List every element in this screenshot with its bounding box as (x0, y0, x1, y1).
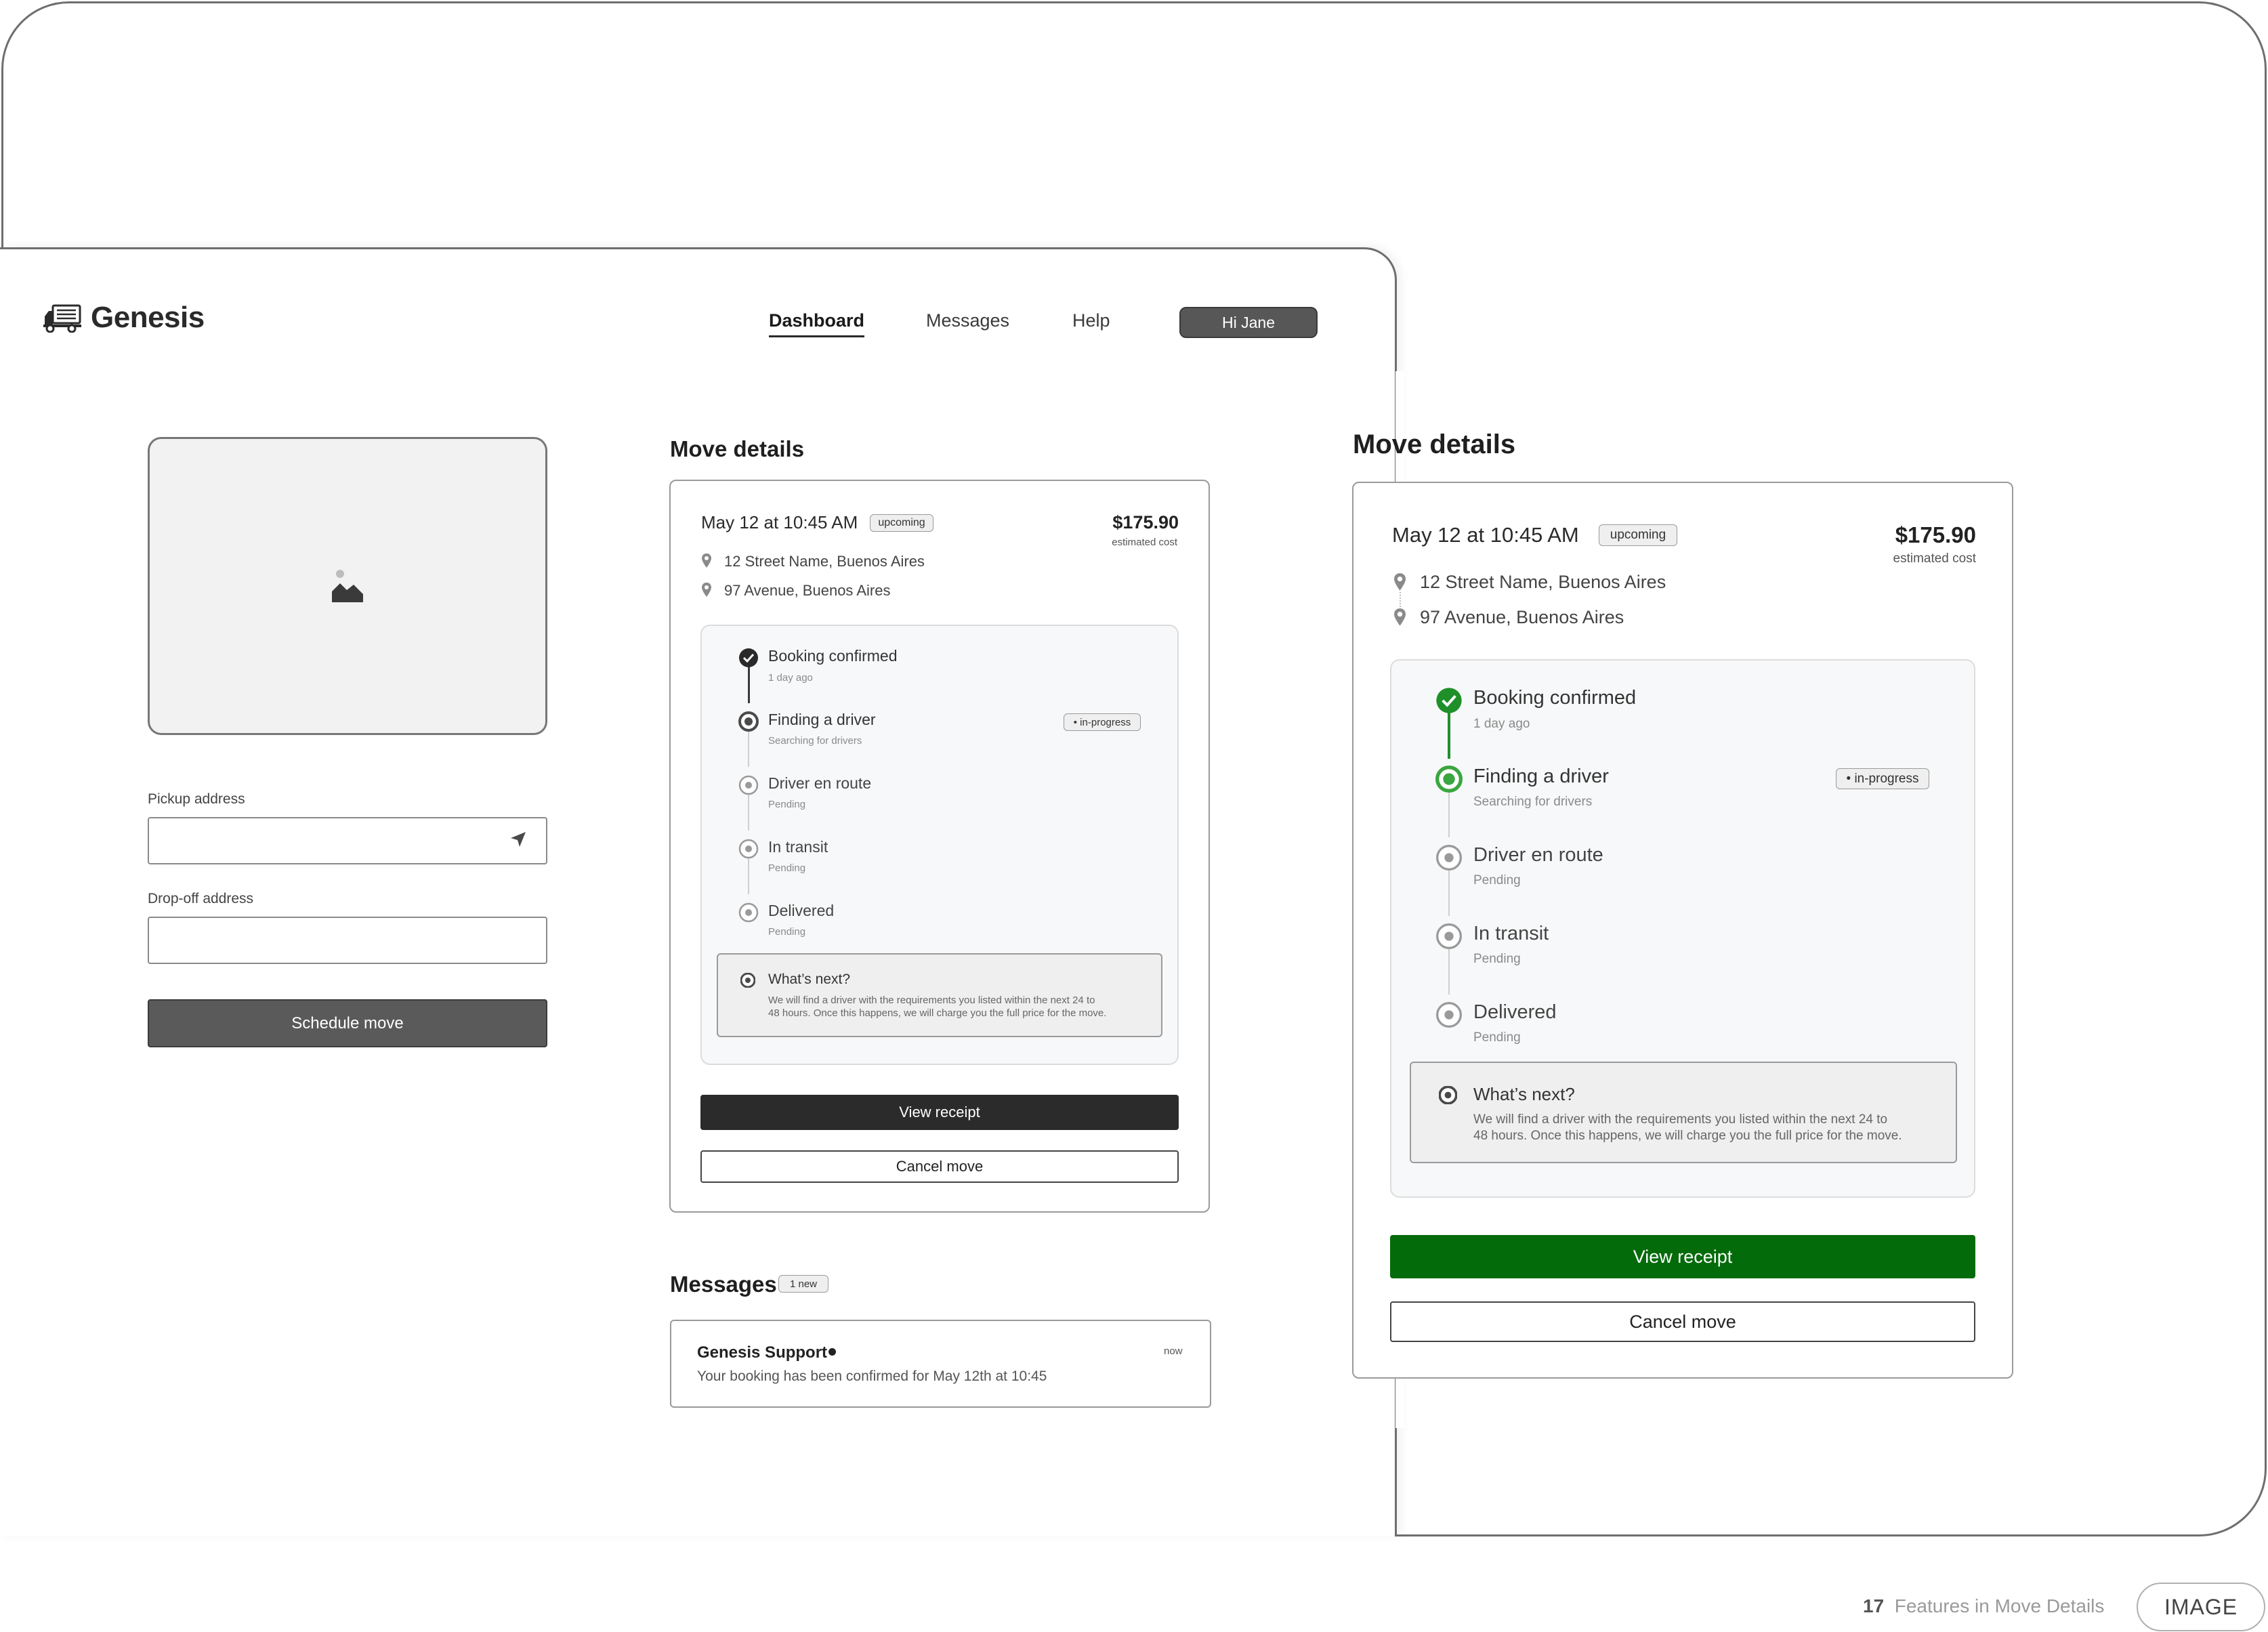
step-label: Booking confirmed (1473, 687, 1637, 709)
step-sub: Pending (1473, 952, 1521, 966)
timeline-connector (748, 667, 750, 703)
whats-next-title: What’s next? (768, 971, 851, 987)
pending-step-icon (1436, 845, 1462, 871)
step-sub: Searching for drivers (768, 735, 862, 747)
pin-icon (702, 553, 711, 568)
message-time: now (1164, 1345, 1183, 1357)
dropoff-location: 97 Avenue, Buenos Aires (1420, 607, 1624, 627)
status-badge: upcoming (1599, 524, 1677, 546)
pin-icon (702, 583, 711, 597)
active-step-icon (1435, 766, 1463, 793)
step-sub: Pending (1473, 1030, 1521, 1045)
step-sub: Pending (768, 926, 806, 938)
status-badge: upcoming (870, 514, 933, 532)
step-label: Delivered (768, 902, 835, 919)
step-sub: Pending (768, 862, 806, 874)
step-label: Driver en route (1473, 844, 1603, 866)
whats-next-body-line2: 48 hours. Once this happens, we will cha… (1473, 1129, 1902, 1143)
move-datetime: May 12 at 10:45 AM (701, 512, 858, 532)
location-arrow-icon[interactable] (509, 831, 527, 848)
pickup-location: 12 Street Name, Buenos Aires (1420, 572, 1666, 592)
timeline-connector (1448, 948, 1450, 995)
move-details-title: Move details (670, 436, 805, 461)
pickup-label: Pickup address (148, 791, 245, 807)
nav-help[interactable]: Help (1072, 310, 1110, 331)
move-price: $175.90 (1895, 522, 1976, 547)
route-connector (1400, 592, 1401, 610)
timeline-connector (748, 794, 749, 831)
image-icon (332, 570, 363, 602)
dropoff-location: 97 Avenue, Buenos Aires (724, 582, 891, 599)
cancel-move-button[interactable]: Cancel move (700, 1150, 1179, 1183)
step-label: Finding a driver (768, 711, 876, 728)
new-messages-badge: 1 new (778, 1275, 828, 1293)
message-sender: Genesis Support (697, 1343, 828, 1362)
step-label: Booking confirmed (768, 647, 898, 665)
step-sub: 1 day ago (1473, 717, 1530, 731)
move-datetime: May 12 at 10:45 AM (1392, 523, 1579, 547)
whats-next-body-line1: We will find a driver with the requireme… (768, 995, 1095, 1006)
clock-icon (740, 973, 755, 988)
message-preview: Your booking has been confirmed for May … (697, 1368, 1047, 1384)
in-progress-badge: • in-progress (1836, 768, 1929, 789)
pending-step-icon (1436, 1002, 1462, 1028)
dropoff-label: Drop-off address (148, 891, 254, 906)
truck-icon (43, 304, 81, 333)
pending-step-icon (738, 775, 759, 795)
whats-next-body-line1: We will find a driver with the requireme… (1473, 1112, 1888, 1127)
pickup-address-input[interactable] (148, 817, 547, 864)
step-sub: Searching for drivers (1473, 795, 1593, 809)
message-item[interactable] (670, 1320, 1211, 1408)
view-receipt-button[interactable]: View receipt (700, 1095, 1179, 1130)
check-circle-icon (1436, 688, 1462, 713)
timeline-connector (748, 858, 749, 894)
price-caption: estimated cost (1112, 537, 1177, 548)
slide-caption: 17 Features in Move Details (1863, 1595, 2104, 1617)
unread-dot (828, 1348, 836, 1356)
check-circle-icon (739, 648, 758, 667)
user-menu-button[interactable]: Hi Jane (1179, 307, 1318, 338)
whats-next-title: What’s next? (1473, 1084, 1575, 1104)
pending-step-icon (738, 839, 759, 859)
timeline-connector (1448, 791, 1450, 837)
pin-icon (1394, 573, 1406, 591)
pin-icon (1394, 608, 1406, 626)
brand-logo[interactable]: Genesis (43, 301, 205, 335)
clock-icon (1439, 1086, 1457, 1104)
step-label: In transit (1473, 923, 1549, 944)
image-tag: IMAGE (2137, 1583, 2265, 1631)
move-details-title-zoom: Move details (1353, 430, 1516, 459)
step-sub: Pending (1473, 873, 1521, 887)
move-price: $175.90 (1112, 512, 1179, 532)
view-receipt-button[interactable]: View receipt (1390, 1235, 1975, 1278)
step-label: Delivered (1473, 1001, 1557, 1023)
messages-title: Messages (670, 1272, 777, 1297)
nav-messages[interactable]: Messages (926, 310, 1009, 331)
cancel-move-button[interactable]: Cancel move (1390, 1301, 1975, 1342)
active-step-icon (738, 711, 759, 732)
step-label: Finding a driver (1473, 766, 1609, 787)
slide-number: 17 (1863, 1595, 1885, 1616)
slide-caption-text: Features in Move Details (1894, 1595, 2105, 1616)
whats-next-body-line2: 48 hours. Once this happens, we will cha… (768, 1007, 1107, 1019)
pending-step-icon (738, 902, 759, 923)
schedule-move-button[interactable]: Schedule move (148, 999, 547, 1047)
image-placeholder (148, 437, 547, 735)
price-caption: estimated cost (1893, 551, 1977, 566)
brand-name: Genesis (91, 301, 205, 334)
dropoff-address-input[interactable] (148, 917, 547, 964)
nav-dashboard[interactable]: Dashboard (769, 310, 865, 337)
timeline-connector (748, 730, 749, 767)
timeline-connector (1448, 870, 1450, 916)
pickup-location: 12 Street Name, Buenos Aires (724, 553, 925, 570)
step-sub: Pending (768, 799, 806, 810)
step-sub: 1 day ago (768, 672, 813, 684)
in-progress-badge: • in-progress (1064, 713, 1141, 731)
timeline-connector (1448, 713, 1450, 759)
step-label: Driver en route (768, 774, 872, 792)
pending-step-icon (1436, 923, 1462, 949)
step-label: In transit (768, 838, 828, 856)
